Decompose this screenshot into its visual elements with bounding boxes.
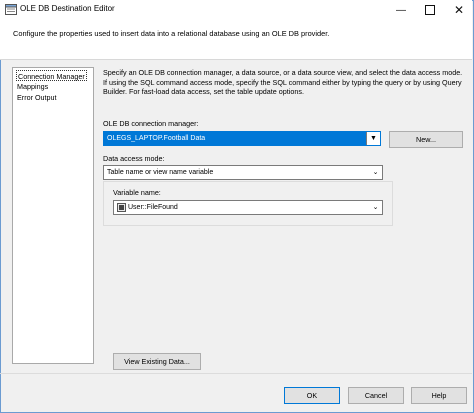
cancel-button[interactable]: Cancel (348, 387, 404, 404)
nav-item-mappings[interactable]: Mappings (16, 81, 49, 92)
chevron-down-icon[interactable]: ⌄ (369, 166, 382, 179)
page-navigation: Connection Manager Mappings Error Output (12, 67, 94, 364)
nav-item-connection-manager[interactable]: Connection Manager (16, 70, 87, 81)
header-band (0, 20, 472, 60)
data-access-mode-value: Table name or view name variable (107, 169, 214, 176)
connection-manager-dropdown[interactable]: OLEGS_LAPTOP.Football Data ▼ (103, 131, 381, 146)
help-button[interactable]: Help (411, 387, 467, 404)
nav-item-error-output[interactable]: Error Output (16, 92, 58, 103)
minimize-icon: — (396, 4, 406, 16)
maximize-button[interactable] (416, 0, 444, 20)
data-access-mode-dropdown[interactable]: Table name or view name variable ⌄ (103, 165, 383, 180)
close-icon: ✕ (453, 3, 465, 17)
chevron-down-icon[interactable]: ▼ (366, 132, 380, 145)
ok-button[interactable]: OK (284, 387, 340, 404)
variable-name-dropdown[interactable]: User::FileFound ⌄ (113, 200, 383, 215)
variable-name-value: User::FileFound (128, 204, 178, 211)
data-access-mode-label: Data access mode: (103, 154, 165, 163)
footer-divider (0, 373, 472, 374)
app-icon (5, 4, 17, 15)
view-existing-data-button[interactable]: View Existing Data... (113, 353, 201, 370)
window-title: OLE DB Destination Editor (20, 4, 115, 13)
connection-manager-value: OLEGS_LAPTOP.Football Data (107, 135, 206, 142)
page-description: Specify an OLE DB connection manager, a … (103, 68, 463, 96)
minimize-button[interactable]: — (387, 0, 415, 20)
header-description: Configure the properties used to insert … (13, 29, 330, 38)
close-button[interactable]: ✕ (445, 0, 473, 20)
new-connection-button[interactable]: New... (389, 131, 463, 148)
connection-manager-label: OLE DB connection manager: (103, 119, 199, 128)
chevron-down-icon[interactable]: ⌄ (369, 201, 382, 214)
variable-icon (117, 203, 126, 212)
variable-name-label: Variable name: (113, 188, 161, 197)
maximize-icon (425, 5, 435, 15)
